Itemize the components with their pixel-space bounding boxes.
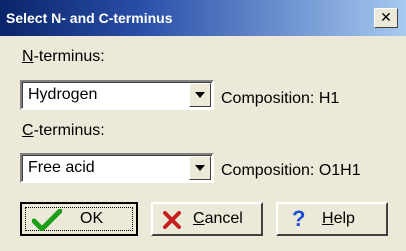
cancel-button[interactable]: Cancel (151, 202, 263, 236)
help-label: Help (322, 210, 355, 227)
dialog-window: Select N- and C-terminus ✕ N-terminus: H… (0, 0, 406, 251)
chevron-down-icon[interactable] (189, 83, 211, 107)
c-terminus-value: Free acid (28, 159, 95, 176)
c-terminus-select[interactable]: Free acid (20, 153, 214, 183)
question-icon: ? (292, 206, 306, 231)
checkmark-icon (32, 209, 62, 231)
close-icon: ✕ (380, 10, 392, 26)
ok-label: OK (80, 210, 104, 227)
c-terminus-label: C-terminus: (22, 122, 105, 139)
window-title: Select N- and C-terminus (6, 10, 173, 26)
n-terminus-value: Hydrogen (28, 86, 98, 103)
n-terminus-label: N-terminus: (22, 48, 105, 65)
ok-button[interactable]: OK (20, 202, 138, 236)
chevron-down-icon[interactable] (189, 156, 211, 180)
title-bar[interactable]: Select N- and C-terminus ✕ (0, 0, 406, 36)
help-button[interactable]: ? Help (276, 202, 388, 236)
cancel-label: Cancel (193, 210, 243, 227)
close-button[interactable]: ✕ (374, 8, 398, 28)
n-terminus-composition: Composition: H1 (221, 90, 340, 107)
n-terminus-select[interactable]: Hydrogen (20, 80, 214, 110)
c-terminus-composition: Composition: O1H1 (221, 162, 361, 179)
x-icon (163, 211, 181, 229)
